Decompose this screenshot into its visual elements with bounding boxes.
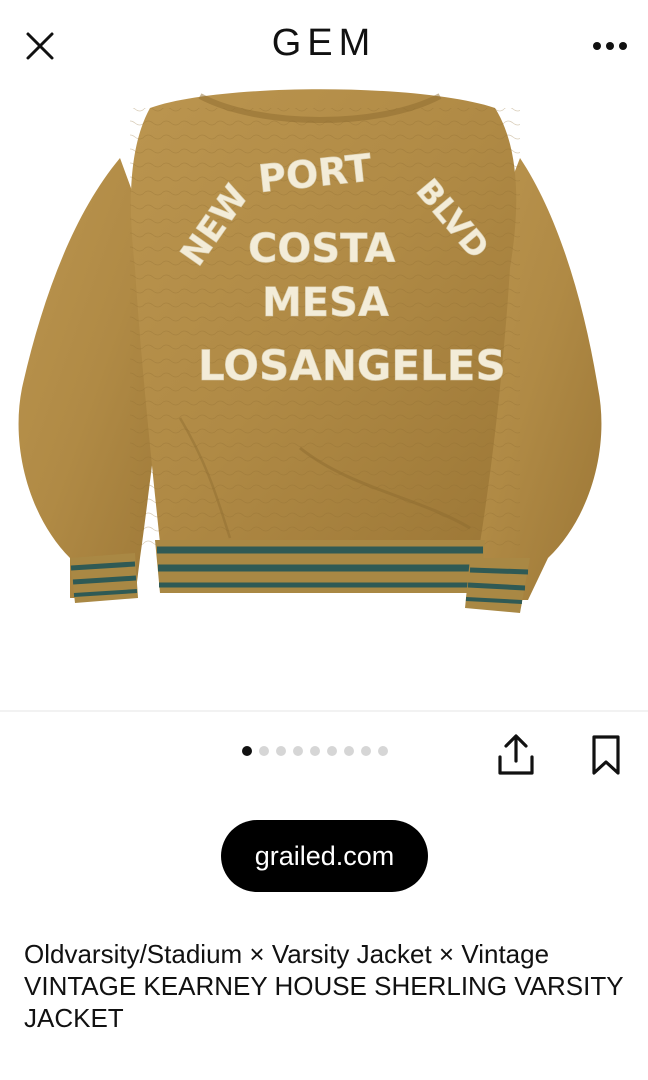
source-link-button[interactable]: grailed.com bbox=[221, 820, 428, 892]
jacket-photo: NEW PORT BLVD COSTA MESA LOSANGELES bbox=[18, 89, 602, 613]
more-horizontal-icon bbox=[593, 42, 627, 50]
patch-line-3: LOSANGELES bbox=[198, 341, 506, 390]
carousel-dot[interactable] bbox=[242, 746, 252, 756]
listing-title-line: JACKET bbox=[24, 1003, 124, 1033]
app-screen: GEM NEW PORT BLVD COSTA MESA LOSANGELES … bbox=[0, 0, 648, 1080]
carousel-dot[interactable] bbox=[327, 746, 337, 756]
carousel-dots bbox=[242, 745, 388, 757]
carousel-dot[interactable] bbox=[276, 746, 286, 756]
listing-title: Oldvarsity/Stadium × Varsity Jacket × Vi… bbox=[24, 938, 624, 1034]
right-cuff bbox=[465, 558, 530, 613]
waistband bbox=[155, 540, 485, 593]
bookmark-icon bbox=[592, 735, 620, 775]
patch-line-1: COSTA bbox=[248, 226, 395, 272]
carousel-dot[interactable] bbox=[293, 746, 303, 756]
carousel-dot[interactable] bbox=[361, 746, 371, 756]
listing-title-line: Oldvarsity/Stadium × Varsity Jacket × Vi… bbox=[24, 939, 550, 969]
carousel-dot[interactable] bbox=[259, 746, 269, 756]
carousel-dot[interactable] bbox=[378, 746, 388, 756]
product-image[interactable]: NEW PORT BLVD COSTA MESA LOSANGELES bbox=[0, 88, 648, 710]
source-label: grailed.com bbox=[254, 840, 395, 871]
share-button[interactable] bbox=[492, 730, 540, 780]
patch-line-2: MESA bbox=[262, 280, 389, 326]
carousel-dot[interactable] bbox=[310, 746, 320, 756]
share-icon bbox=[498, 734, 534, 775]
left-cuff bbox=[70, 553, 138, 603]
top-bar: GEM bbox=[0, 0, 648, 89]
save-button[interactable] bbox=[582, 730, 630, 780]
carousel-dot[interactable] bbox=[344, 746, 354, 756]
listing-title-line: VINTAGE KEARNEY HOUSE SHERLING VARSITY bbox=[24, 971, 624, 1001]
more-options-button[interactable] bbox=[588, 24, 632, 68]
app-logo: GEM bbox=[271, 22, 377, 64]
image-divider bbox=[0, 710, 648, 712]
